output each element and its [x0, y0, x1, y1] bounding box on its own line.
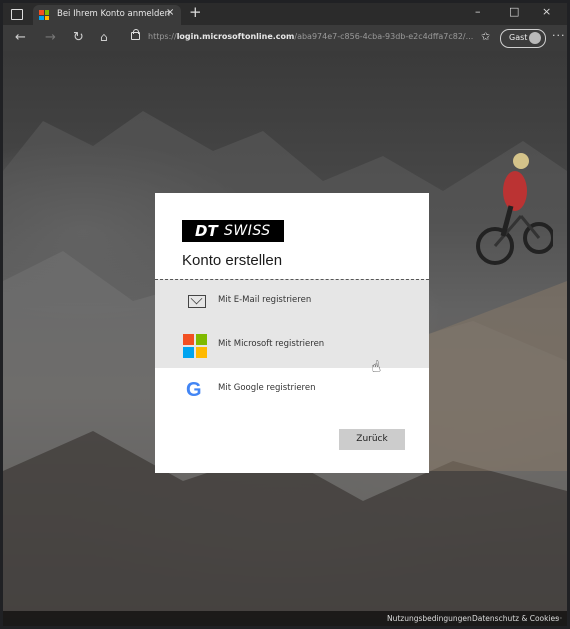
logo-swiss: SWISS [224, 223, 271, 239]
email-register-option[interactable]: Mit E-Mail registrieren [155, 279, 429, 325]
close-window-button[interactable]: × [542, 5, 551, 18]
microsoft-register-option[interactable]: Mit Microsoft registrieren [155, 324, 429, 368]
tab-actions-icon[interactable] [11, 9, 23, 20]
address-bar[interactable]: https://login.microsoftonline.com/aba974… [119, 28, 473, 47]
privacy-link[interactable]: Datenschutz & Cookies [472, 614, 559, 623]
microsoft-icon [183, 334, 207, 358]
avatar-icon [529, 32, 541, 44]
tab-close-icon[interactable]: × [166, 7, 174, 18]
new-tab-button[interactable]: + [189, 3, 202, 21]
tab-active[interactable]: Bei Ihrem Konto anmelden × [33, 5, 181, 25]
home-icon[interactable]: ⌂ [100, 30, 108, 44]
google-icon: G [186, 379, 202, 401]
refresh-icon[interactable]: ↻ [73, 30, 84, 45]
guest-label: Gast [509, 33, 528, 42]
dt-swiss-logo: DT SWISS [182, 220, 284, 242]
microsoft-favicon-icon [39, 10, 49, 20]
mail-icon [188, 295, 206, 308]
more-icon[interactable]: ··· [552, 29, 566, 42]
page-background: DT SWISS Konto erstellen Mit E-Mail regi… [3, 51, 567, 626]
email-register-label: Mit E-Mail registrieren [218, 295, 312, 305]
forward-icon[interactable]: → [45, 30, 56, 45]
tab-title: Bei Ihrem Konto anmelden [57, 9, 170, 19]
lock-icon[interactable] [131, 29, 140, 40]
logo-dt: DT [195, 222, 218, 240]
back-button[interactable]: Zurück [339, 429, 405, 450]
browser-window: Bei Ihrem Konto anmelden × + – □ × ← → ↻… [3, 3, 567, 626]
url-text[interactable]: https://login.microsoftonline.com/aba974… [148, 32, 473, 41]
google-register-option[interactable]: G Mit Google registrieren [155, 368, 429, 412]
google-register-label: Mit Google registrieren [218, 383, 316, 393]
footer: Nutzungsbedingungen Datenschutz & Cookie… [3, 611, 567, 626]
terms-link[interactable]: Nutzungsbedingungen [387, 614, 472, 623]
favorites-icon[interactable]: ✩ [481, 30, 490, 43]
microsoft-register-label: Mit Microsoft registrieren [218, 339, 325, 349]
back-icon[interactable]: ← [15, 30, 26, 45]
create-account-dialog: DT SWISS Konto erstellen Mit E-Mail regi… [155, 193, 429, 473]
dialog-title: Konto erstellen [182, 252, 283, 269]
tab-bar: Bei Ihrem Konto anmelden × + – □ × [3, 3, 567, 25]
profile-button[interactable]: Gast [500, 29, 546, 48]
cyclist-image [476, 153, 553, 265]
maximize-button[interactable]: □ [509, 5, 519, 18]
footer-more-icon[interactable]: ··· [555, 614, 562, 623]
minimize-button[interactable]: – [475, 5, 481, 18]
navigation-bar: ← → ↻ ⌂ https://login.microsoftonline.co… [3, 25, 567, 51]
